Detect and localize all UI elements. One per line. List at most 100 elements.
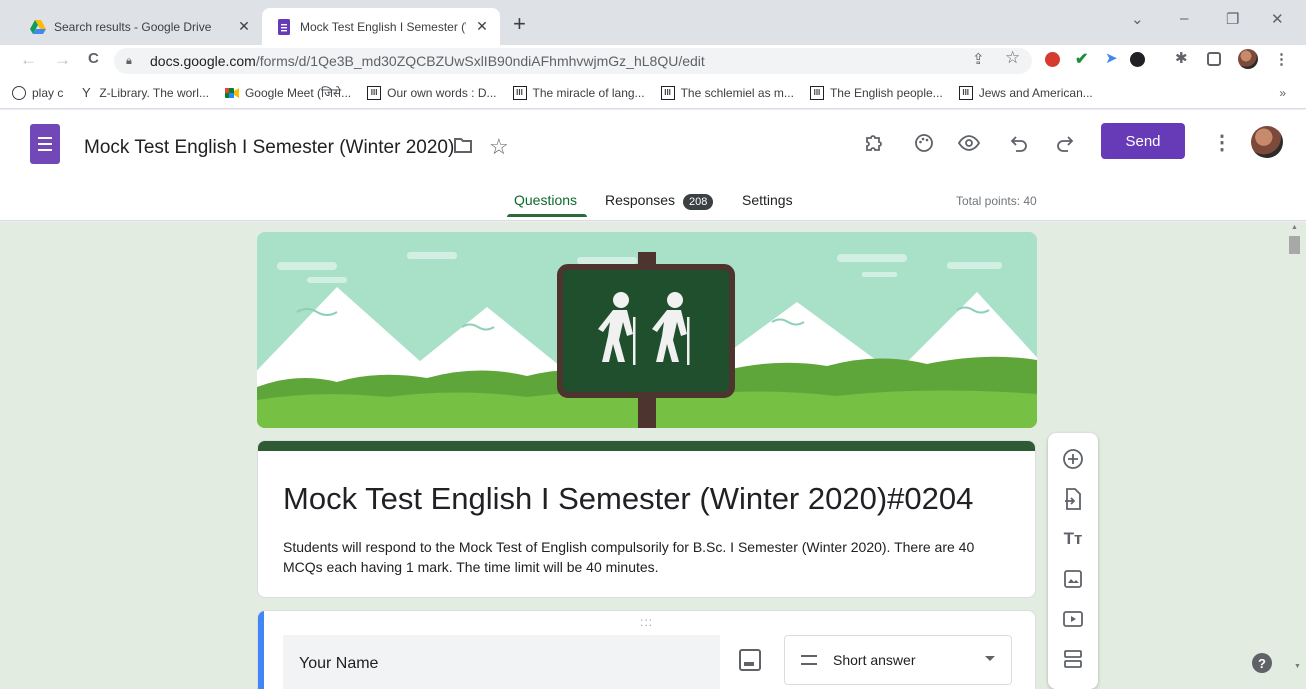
bookmark-label: The schlemiel as m... [680, 85, 794, 100]
bookmark-jews-and-american[interactable]: III Jews and American... [958, 85, 1093, 100]
document-title[interactable]: Mock Test English I Semester (Winter 202… [84, 137, 454, 159]
theme-color-bar [258, 441, 1035, 451]
tab-responses[interactable]: Responses 208 [605, 192, 714, 210]
bookmark-label: play c [32, 85, 64, 100]
close-tab-icon[interactable]: ✕ [236, 18, 252, 35]
chevron-down-icon [985, 656, 995, 661]
bookmark-google-meet[interactable]: Google Meet (जिसे... [224, 84, 352, 101]
redo-icon[interactable] [1052, 130, 1078, 156]
responses-count-badge: 208 [683, 194, 714, 210]
new-tab-button[interactable]: + [513, 13, 526, 35]
library-icon: III [367, 85, 382, 100]
google-meet-icon [224, 86, 239, 100]
bookmark-label: Z-Library. The worl... [99, 85, 209, 100]
scroll-down-arrow[interactable]: ▼ [1294, 663, 1301, 670]
url-host: docs.google.com [150, 53, 256, 69]
checkmark-extension-icon[interactable]: ✔ [1075, 49, 1090, 68]
bookmarks-bar: play c Y Z-Library. The worl... Google M… [0, 77, 1306, 109]
bookmark-english-people[interactable]: III The English people... [809, 85, 943, 100]
add-image-icon[interactable] [739, 649, 761, 671]
zlibrary-icon: Y [82, 85, 91, 100]
tab-google-forms[interactable]: Mock Test English I Semester (Wi ✕ [262, 8, 500, 45]
side-panel-icon[interactable] [1207, 52, 1221, 66]
forms-header: Mock Test English I Semester (Winter 202… [0, 110, 1306, 221]
extension-red-icon[interactable] [1045, 52, 1060, 67]
back-button[interactable]: ← [20, 50, 37, 70]
forward-button[interactable]: → [54, 50, 71, 70]
bookmark-schlemiel[interactable]: III The schlemiel as m... [660, 85, 794, 100]
minimize-button[interactable]: – [1180, 10, 1188, 27]
bookmark-our-own-words[interactable]: III Our own words : D... [367, 85, 497, 100]
close-tab-icon[interactable]: ✕ [474, 18, 490, 35]
tab-settings[interactable]: Settings [742, 192, 793, 208]
more-bookmarks-button[interactable]: » [1279, 86, 1286, 100]
header-image [257, 232, 1037, 428]
page-scrollbar[interactable]: ▲ ▼ [1286, 222, 1306, 689]
bookmark-star-icon[interactable]: ☆ [1005, 48, 1020, 68]
close-window-button[interactable]: ✕ [1271, 10, 1284, 28]
bookmark-label: Our own words : D... [387, 85, 497, 100]
arrow-extension-icon[interactable]: ➤ [1105, 49, 1120, 67]
add-title-icon[interactable]: Tт [1061, 527, 1085, 551]
chat-extension-icon[interactable] [1130, 52, 1145, 67]
bookmark-miracle-of-language[interactable]: III The miracle of lang... [512, 85, 645, 100]
restore-button[interactable]: ❐ [1226, 10, 1239, 28]
tab-title: Mock Test English I Semester (Wi [300, 19, 466, 34]
library-icon: III [512, 85, 527, 100]
drag-handle-icon[interactable]: ::: [640, 615, 653, 629]
library-icon: III [809, 85, 824, 100]
bookmark-zlibrary[interactable]: Y Z-Library. The worl... [79, 85, 209, 100]
active-tab-indicator [507, 214, 587, 217]
tab-search-icon[interactable]: ⌄ [1131, 10, 1144, 28]
question-card[interactable]: ::: Your Name Short answer [257, 610, 1036, 689]
bookmark-play-c[interactable]: play c [12, 85, 64, 100]
more-options-icon[interactable]: ⋮ [1212, 130, 1232, 155]
extensions-puzzle-icon[interactable]: ✱ [1175, 49, 1190, 67]
add-ons-icon[interactable] [860, 130, 886, 156]
globe-icon [12, 85, 26, 100]
tab-responses-label: Responses [605, 192, 676, 208]
help-icon[interactable]: ? [1252, 653, 1272, 673]
star-icon[interactable]: ☆ [489, 134, 509, 160]
tab-questions[interactable]: Questions [514, 192, 577, 208]
import-questions-icon[interactable] [1061, 487, 1085, 511]
add-section-icon[interactable] [1061, 647, 1085, 671]
customize-theme-icon[interactable] [911, 130, 937, 156]
short-answer-icon [801, 655, 817, 665]
question-type-select[interactable]: Short answer [784, 635, 1012, 685]
form-description[interactable]: Students will respond to the Mock Test o… [283, 537, 1003, 577]
preview-eye-icon[interactable] [956, 130, 982, 156]
tab-title: Search results - Google Drive [54, 19, 212, 34]
move-to-folder-icon[interactable] [453, 136, 473, 160]
scroll-thumb[interactable] [1289, 236, 1300, 254]
account-avatar[interactable] [1251, 126, 1283, 158]
add-video-icon[interactable] [1061, 607, 1085, 631]
bookmark-label: The English people... [829, 85, 943, 100]
bookmark-label: Jews and American... [978, 85, 1093, 100]
google-forms-icon [278, 18, 290, 35]
add-image-icon[interactable] [1061, 567, 1085, 591]
google-forms-logo[interactable] [30, 124, 60, 164]
send-button[interactable]: Send [1101, 123, 1185, 159]
form-title[interactable]: Mock Test English I Semester (Winter 202… [283, 481, 973, 517]
url-path: /forms/d/1Qe3B_md30ZQCBZUwSxlIB90ndiAFhm… [255, 53, 705, 69]
form-editor-canvas: Mock Test English I Semester (Winter 202… [0, 222, 1306, 689]
url-input[interactable]: 🔒︎ docs.google.com/forms/d/1Qe3B_md30ZQC… [114, 48, 1032, 74]
browser-menu-icon[interactable]: ⋮ [1274, 50, 1289, 68]
question-title-input[interactable]: Your Name [283, 635, 720, 689]
tab-google-drive[interactable]: Search results - Google Drive ✕ [16, 8, 262, 45]
active-question-indicator [258, 611, 264, 689]
bookmark-label: Google Meet (जिसे... [244, 86, 352, 100]
scroll-up-arrow[interactable]: ▲ [1291, 224, 1298, 231]
library-icon: III [958, 85, 973, 100]
library-icon: III [660, 85, 675, 100]
form-title-card[interactable]: Mock Test English I Semester (Winter 202… [257, 440, 1036, 598]
undo-icon[interactable] [1006, 130, 1032, 156]
share-icon[interactable]: ⇪ [972, 50, 985, 68]
browser-tab-bar: Search results - Google Drive ✕ Mock Tes… [0, 0, 1306, 45]
total-points: Total points: 40 [956, 194, 1037, 208]
google-drive-icon [30, 19, 46, 34]
profile-avatar[interactable] [1238, 49, 1258, 69]
reload-button[interactable]: C [88, 50, 99, 67]
add-question-icon[interactable] [1061, 447, 1085, 471]
